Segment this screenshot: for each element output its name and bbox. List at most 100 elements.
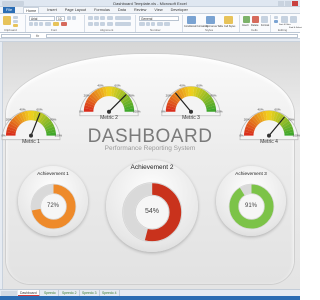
gauge-tick-label: 0% <box>161 110 166 114</box>
font-color-icon[interactable] <box>61 22 67 26</box>
merge-center-button[interactable] <box>115 22 131 26</box>
sort-filter-label[interactable]: Sort & Filter <box>279 24 291 26</box>
autosum-icon[interactable] <box>274 16 278 19</box>
achievement-3: Achievement 3 91% <box>216 166 286 236</box>
align-left-icon[interactable] <box>88 22 93 26</box>
gauge-2: 0% 20% 40% 60% 80% 100% Metric 2 <box>76 83 142 126</box>
achievement-1: Achievement 1 72% <box>18 166 88 236</box>
formula-input[interactable] <box>46 34 298 38</box>
achievement-percent: 91% <box>244 202 257 209</box>
find-select-label[interactable]: Find & Select <box>289 27 302 29</box>
gauge-tick-label: 40% <box>257 108 263 112</box>
tab-view[interactable]: View <box>154 7 162 13</box>
tab-developer[interactable]: Developer <box>171 7 188 13</box>
increase-decimal-icon[interactable] <box>157 22 163 26</box>
underline-icon[interactable] <box>39 22 43 26</box>
gauge-tick-label: 0% <box>79 110 84 114</box>
clipboard-label: Clipboard <box>4 28 17 32</box>
align-middle-icon[interactable] <box>94 16 99 20</box>
percent-icon[interactable] <box>146 22 150 26</box>
format-painter-icon[interactable] <box>13 24 18 27</box>
cell-styles-label[interactable]: Cell Styles <box>224 25 235 28</box>
gauge-tick-label: 40% <box>19 108 25 112</box>
font-group: Arial 10 Font <box>27 15 85 32</box>
close-button[interactable] <box>292 1 298 6</box>
ribbon: Clipboard Arial 10 Font Alignment Genera… <box>0 14 302 33</box>
delete-cells-icon[interactable] <box>252 16 259 23</box>
align-bottom-icon[interactable] <box>100 16 105 20</box>
gauge-tick-label: 80% <box>210 93 216 97</box>
sort-filter-icon[interactable] <box>281 16 288 23</box>
align-center-icon[interactable] <box>94 22 99 26</box>
align-top-icon[interactable] <box>88 16 93 20</box>
name-box[interactable] <box>1 34 31 38</box>
achievement-label: Achievement 3 <box>235 172 267 177</box>
comma-icon[interactable] <box>151 22 155 26</box>
copy-icon[interactable] <box>13 20 18 23</box>
tab-data[interactable]: Data <box>118 7 126 13</box>
gauge-tick-label: 60% <box>36 108 42 112</box>
gauge-tick-label: 20% <box>244 118 250 122</box>
tab-home[interactable]: Home <box>23 7 40 13</box>
achievement-label: Achievement 2 <box>130 164 174 171</box>
align-right-icon[interactable] <box>100 22 105 26</box>
font-label: Font <box>51 28 58 32</box>
insert-cells-icon[interactable] <box>243 16 250 23</box>
gauge-3: 0% 20% 40% 60% 80% 100% Metric 3 <box>158 83 224 126</box>
borders-icon[interactable] <box>45 22 51 26</box>
gauge-hub <box>107 109 111 114</box>
format-cells-icon[interactable] <box>261 16 268 23</box>
find-select-icon[interactable] <box>290 16 297 23</box>
achievement-2: Achievement 2 54% <box>106 160 198 252</box>
tab-review[interactable]: Review <box>134 7 146 13</box>
grow-font-icon[interactable] <box>67 16 71 20</box>
font-name-select[interactable]: Arial <box>29 16 55 21</box>
achievement-label: Achievement 1 <box>37 172 69 177</box>
font-size-select[interactable]: 10 <box>56 16 65 21</box>
insert-label[interactable]: Insert <box>242 24 249 27</box>
sheet-tabs-bar: Dashboard Speedo Speedo 2 Speedo 3 Speed… <box>0 289 300 297</box>
shrink-font-icon[interactable] <box>72 16 76 20</box>
number-format-select[interactable]: General <box>139 16 179 21</box>
italic-icon[interactable] <box>34 22 38 26</box>
tab-file[interactable]: File <box>3 7 16 13</box>
orientation-icon[interactable] <box>107 16 113 20</box>
wrap-text-button[interactable] <box>115 16 131 20</box>
tab-formulas[interactable]: Formulas <box>94 7 110 13</box>
decrease-decimal-icon[interactable] <box>164 22 170 26</box>
gauge-tick-label: 20% <box>84 93 90 97</box>
format-label[interactable]: Format <box>261 24 269 27</box>
window-title: Dashboard Template.xls - Microsoft Excel <box>113 1 187 6</box>
ribbon-tabs: File Home Insert Page Layout Formulas Da… <box>0 7 300 14</box>
editing-group: Sort & Filter Find & Select Editing <box>272 15 302 32</box>
gauge-tick-label: 80% <box>50 118 56 122</box>
gauge-tick-label: 100% <box>133 110 141 114</box>
paste-icon[interactable] <box>3 16 11 25</box>
tab-page-layout[interactable]: Page Layout <box>65 7 86 13</box>
number-label: Number <box>150 28 161 32</box>
row-headers <box>0 42 3 290</box>
gauge-tick-label: 20% <box>166 93 172 97</box>
editing-label: Editing <box>278 28 288 32</box>
clipboard-group: Clipboard <box>0 15 26 32</box>
format-as-table-icon[interactable] <box>206 16 215 24</box>
alignment-group: Alignment <box>86 15 136 32</box>
minimize-button[interactable] <box>278 1 284 6</box>
gauge-tick-label: 80% <box>128 93 134 97</box>
fill-icon[interactable] <box>274 20 278 23</box>
gauge-tick-label: 80% <box>288 118 294 122</box>
gauge-tick-label: 60% <box>115 84 121 87</box>
gauge-tick-label: 100% <box>215 110 223 114</box>
cells-label: Cells <box>251 28 258 32</box>
cell-styles-icon[interactable] <box>224 16 233 24</box>
delete-label[interactable]: Delete <box>251 24 259 27</box>
gauge-tick-label: 40% <box>97 84 103 87</box>
cut-icon[interactable] <box>13 16 18 19</box>
currency-icon[interactable] <box>139 22 145 26</box>
bold-icon[interactable] <box>29 22 33 26</box>
conditional-formatting-icon[interactable] <box>187 16 196 24</box>
maximize-button[interactable] <box>285 1 291 6</box>
indent-icon[interactable] <box>107 22 113 26</box>
tab-insert[interactable]: Insert <box>47 7 57 13</box>
fill-color-icon[interactable] <box>53 22 59 26</box>
